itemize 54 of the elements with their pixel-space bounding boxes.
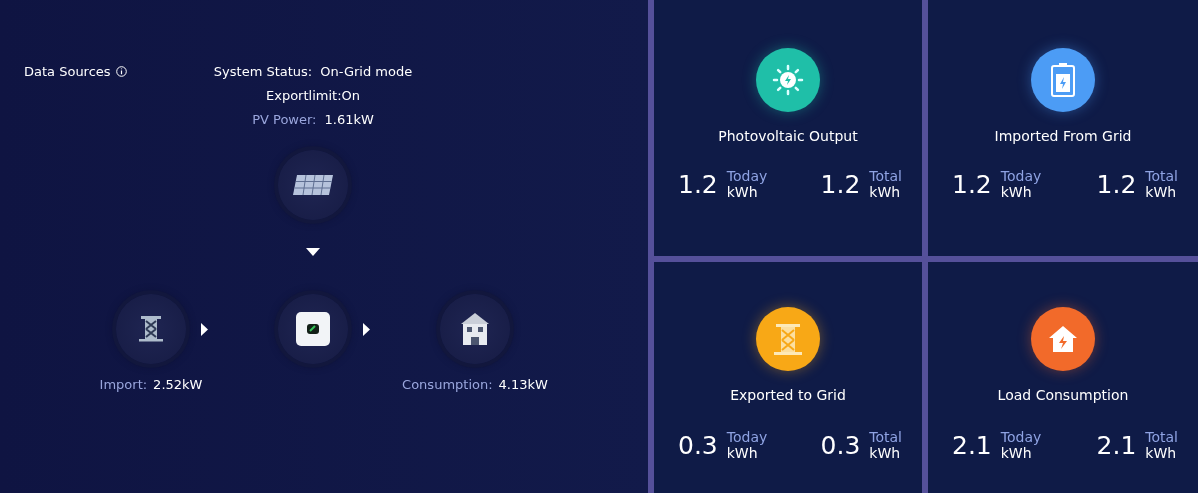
sun-icon	[771, 63, 805, 97]
house-icon	[1047, 324, 1079, 354]
stat-value: 2.1	[952, 430, 992, 460]
house-icon	[460, 312, 490, 346]
battery-icon	[1050, 62, 1076, 98]
stat-label: Today	[726, 429, 768, 445]
right-arrow-icon	[363, 322, 370, 336]
stat-value: 1.2	[678, 169, 718, 199]
stat-label: Today	[1000, 168, 1042, 184]
stat-label: Today	[1000, 429, 1042, 445]
stat-label: Total	[1145, 429, 1178, 445]
stat-unit: kWh	[869, 445, 902, 461]
solar-panel-icon	[292, 174, 334, 196]
export-limit-text: Exportlimit:On	[266, 88, 360, 103]
inverter-icon	[296, 312, 330, 346]
import-label: Import:	[99, 377, 148, 392]
stat-label: Today	[726, 168, 768, 184]
stat-label: Total	[869, 429, 902, 445]
pv-power-value: 1.61kW	[324, 112, 374, 127]
stat-unit: kWh	[869, 184, 902, 200]
import-value: 2.52kW	[153, 377, 203, 392]
pv-power-label: PV Power:	[252, 112, 317, 127]
info-icon[interactable]	[115, 66, 127, 77]
power-tower-icon	[139, 315, 163, 343]
stat-unit: kWh	[726, 445, 759, 461]
grid-node[interactable]	[116, 294, 186, 364]
stat-unit: kWh	[1000, 184, 1033, 200]
data-sources-label: Data Sources	[24, 64, 111, 79]
status-label: System Status:	[213, 64, 313, 79]
stat-value: 2.1	[1096, 430, 1137, 460]
stat-value: 1.2	[820, 169, 861, 199]
card-title: Load Consumption	[997, 387, 1129, 403]
right-arrow-icon	[201, 322, 208, 336]
stat-unit: kWh	[726, 184, 759, 200]
card-title: Imported From Grid	[994, 128, 1132, 144]
stat-value: 1.2	[1096, 169, 1137, 199]
stat-value: 0.3	[820, 430, 861, 460]
stat-value: 0.3	[678, 430, 718, 460]
card-title: Photovoltaic Output	[718, 128, 858, 144]
consumption-label: Consumption:	[402, 377, 493, 392]
status-value: On-Grid mode	[320, 64, 413, 79]
stat-unit: kWh	[1145, 445, 1178, 461]
stat-label: Total	[869, 168, 902, 184]
inverter-node[interactable]	[278, 294, 348, 364]
card-title: Exported to Grid	[730, 387, 846, 403]
house-node[interactable]	[440, 294, 510, 364]
consumption-value: 4.13kW	[498, 377, 548, 392]
down-arrow-icon	[306, 248, 320, 256]
stat-unit: kWh	[1000, 445, 1033, 461]
stat-unit: kWh	[1145, 184, 1178, 200]
stat-label: Total	[1145, 168, 1178, 184]
power-tower-icon	[772, 322, 804, 356]
stat-value: 1.2	[952, 169, 992, 199]
solar-panel-node[interactable]	[278, 150, 348, 220]
